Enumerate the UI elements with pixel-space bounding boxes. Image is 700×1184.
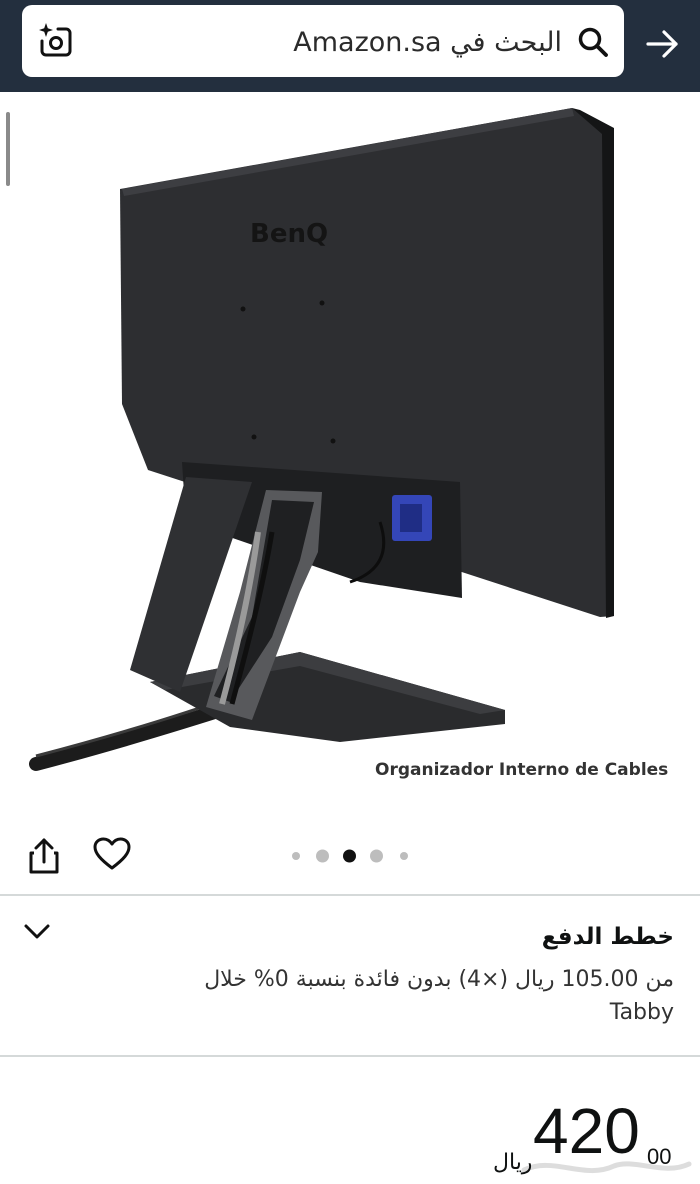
search-icon[interactable] xyxy=(576,25,610,59)
carousel-dot[interactable] xyxy=(316,849,329,863)
search-bar[interactable]: البحث في Amazon.sa xyxy=(22,5,624,77)
image-actions-row xyxy=(0,822,700,894)
price-currency: ريال xyxy=(493,1150,533,1175)
carousel-dot[interactable] xyxy=(400,852,408,860)
price-block: ريال 420 00 xyxy=(0,1058,700,1184)
share-icon[interactable] xyxy=(26,836,62,876)
arrow-right-icon[interactable] xyxy=(644,25,682,63)
payment-plan-section[interactable]: خطط الدفع من 105.00 ريال (×4) بدون فائدة… xyxy=(0,896,700,1056)
carousel-dot[interactable] xyxy=(292,852,300,860)
image-caption: Organizador Interno de Cables xyxy=(375,760,669,780)
price-whole: 420 xyxy=(533,1095,640,1167)
carousel-dots xyxy=(288,848,418,864)
carousel-dot[interactable] xyxy=(370,849,383,863)
chevron-down-icon[interactable] xyxy=(22,918,52,944)
heart-icon[interactable] xyxy=(92,836,132,872)
carousel-dot-active[interactable] xyxy=(343,849,356,863)
payment-plan-detail: من 105.00 ريال (×4) بدون فائدة بنسبة 0% … xyxy=(204,967,674,992)
camera-sparkle-icon[interactable] xyxy=(36,21,76,61)
payment-plan-title: خطط الدفع xyxy=(541,924,674,950)
top-header: البحث في Amazon.sa xyxy=(0,0,700,92)
product-image: BenQ xyxy=(29,108,614,771)
search-input[interactable]: البحث في Amazon.sa xyxy=(293,27,562,58)
brand-logo: BenQ xyxy=(250,219,328,249)
price-fraction: 00 xyxy=(647,1144,672,1169)
payment-plan-provider: Tabby xyxy=(609,1000,674,1025)
divider xyxy=(0,1055,700,1057)
product-image-carousel[interactable]: BenQ Organizador Interno de Cables xyxy=(0,92,700,822)
